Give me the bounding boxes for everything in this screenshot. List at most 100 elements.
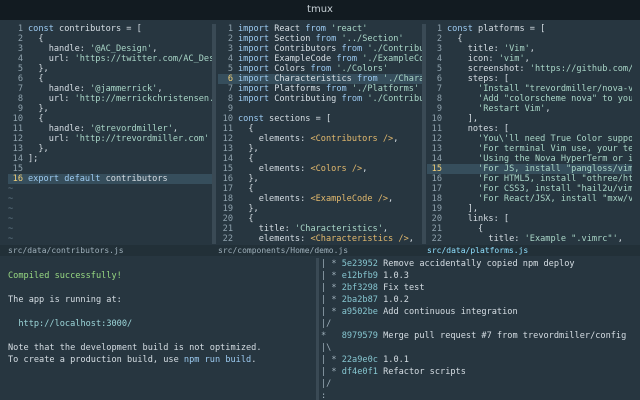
file-path-status: src/data/contributors.js <box>8 246 124 255</box>
pane-divider[interactable] <box>422 24 426 244</box>
line-number: 19 <box>222 204 233 214</box>
git-log-line: | * 5e23952 Remove accidentally copied n… <box>321 258 640 270</box>
code-line: 8 url: 'http://merrickchristensen.com/' <box>8 94 212 104</box>
code-line: 20 { <box>218 214 422 224</box>
code-text: handle: '@trevordmiller', <box>28 124 179 134</box>
line-number: 18 <box>431 194 442 204</box>
empty-line-marker: ~ <box>8 194 14 204</box>
line-number: 16 <box>12 174 23 184</box>
git-graph: * <box>321 331 342 341</box>
code-line: 13 }, <box>218 144 422 154</box>
code-line: 9 }, <box>8 104 212 114</box>
git-graph: | * <box>321 259 342 269</box>
code-line: 3 import Contributors from './Contributor… <box>218 44 422 54</box>
git-log-line: | * 2ba2b87 1.0.2 <box>321 294 640 306</box>
code-line: 8 import Contributing from './Contributin… <box>218 94 422 104</box>
code-text: title: 'Characteristics', <box>238 224 389 234</box>
code-text: 'Restart Vim', <box>478 104 551 114</box>
code-line: 2 { <box>427 34 632 44</box>
empty-line-marker: ~ <box>8 204 14 214</box>
code-text: steps: [ <box>447 74 510 84</box>
commit-hash: 2ba2b87 <box>341 295 378 305</box>
code-line: 20 links: [ <box>427 214 632 224</box>
line-number: 7 <box>227 84 233 94</box>
line-number: 5 <box>227 64 233 74</box>
commit-message: Fix test <box>383 283 425 293</box>
line-number: 10 <box>12 114 23 124</box>
commit-message: 1.0.1 <box>383 355 409 365</box>
code-text: ], <box>447 204 479 214</box>
line-number: 12 <box>222 134 233 144</box>
line-number: 10 <box>222 114 233 124</box>
commit-hash: df4e0f1 <box>341 367 378 377</box>
line-number: 11 <box>12 124 23 134</box>
git-log-line: | * a9502be Add continuous integration <box>321 306 640 318</box>
commit-hash: 2bf3298 <box>341 283 378 293</box>
code-line: 13 }, <box>8 144 212 154</box>
commit-hash: e12bfb9 <box>341 271 378 281</box>
line-number: 10 <box>431 114 442 124</box>
code-text: export default contributors <box>28 174 168 184</box>
code-line: 1 const platforms = [ <box>427 24 632 34</box>
line-number: 9 <box>17 104 23 114</box>
pane-divider[interactable] <box>212 24 216 244</box>
code-line: 14 { <box>218 154 422 164</box>
code-line: 12 url: 'http://trevordmiller.com' <box>8 134 212 144</box>
code-line: 16 }, <box>218 174 422 184</box>
local-url[interactable]: http://localhost:3000/ <box>18 319 132 329</box>
code-line: 1 import React from 'react' <box>218 24 422 34</box>
code-text: { <box>28 114 44 124</box>
commit-message: 1.0.2 <box>383 295 409 305</box>
editor-pane-demo[interactable]: 1 import React from 'react' 2 import Sectio… <box>218 24 422 244</box>
line-number: 20 <box>431 214 442 224</box>
code-text: { <box>28 34 44 44</box>
code-text: const platforms = [ <box>447 24 546 34</box>
code-text: }, <box>238 204 259 214</box>
code-line: 2 { <box>8 34 212 44</box>
line-number: 16 <box>431 174 442 184</box>
code-text: links: [ <box>447 214 510 224</box>
code-line: 16 'For HTML5, install "othree/html5.v <box>427 174 632 184</box>
commit-hash: 22a9e0c <box>341 355 378 365</box>
line-number: 15 <box>431 164 442 174</box>
line-number: 2 <box>17 34 23 44</box>
code-line: 10 ], <box>427 114 632 124</box>
code-line: 17 { <box>218 184 422 194</box>
git-graph: | * <box>321 307 342 317</box>
commit-hash: 5e23952 <box>341 259 378 269</box>
git-graph: | * <box>321 367 342 377</box>
code-text: title: 'Example ".vimrc"', <box>447 234 623 244</box>
code-line: 15 elements: <Colors />, <box>218 164 422 174</box>
code-line: 13 'For terminal Vim use, your termina <box>427 144 632 154</box>
commit-message: 1.0.3 <box>383 271 409 281</box>
code-line: 3 title: 'Vim', <box>427 44 632 54</box>
code-text: icon: 'vim', <box>447 54 530 64</box>
git-log-line: | * 2bf3298 Fix test <box>321 282 640 294</box>
line-number: 4 <box>436 54 442 64</box>
code-line: 8 'Add "colorscheme nova" to your ".v <box>427 94 632 104</box>
dev-server-terminal[interactable]: Compiled successfully! The app is runnin… <box>0 258 322 400</box>
line-number: 15 <box>222 164 233 174</box>
code-text: { <box>238 124 254 134</box>
code-text: url: 'https://twitter.com/AC_Design' <box>28 54 212 64</box>
git-log-terminal[interactable]: | * 5e23952 Remove accidentally copied n… <box>321 258 640 400</box>
line-number: 4 <box>17 54 23 64</box>
code-text: ], <box>447 114 479 124</box>
code-line: 7 handle: '@jammerrick', <box>8 84 212 94</box>
editor-pane-platforms[interactable]: 1 const platforms = [2 {3 title: 'Vim', 4 … <box>427 24 632 244</box>
code-line: 14]; <box>8 154 212 164</box>
line-number: 7 <box>436 84 442 94</box>
code-text: import Colors from './Colors' <box>238 64 389 74</box>
git-graph: |/ <box>321 319 332 329</box>
editor-pane-contributors[interactable]: 1 const contributors = [2 {3 handle: '@AC… <box>8 24 212 244</box>
code-text: notes: [ <box>447 124 510 134</box>
pane-divider[interactable] <box>316 258 319 400</box>
line-number: 5 <box>436 64 442 74</box>
code-text: { <box>238 214 254 224</box>
line-number: 1 <box>227 24 233 34</box>
code-line: 18 'For React/JSX, install "mxw/vim-js <box>427 194 632 204</box>
code-line: 21 { <box>427 224 632 234</box>
code-text: { <box>28 74 44 84</box>
terminal-window: tmux 1 const contributors = [2 {3 handle:… <box>0 0 640 400</box>
commit-message: Merge pull request #7 from trevordmiller… <box>383 331 627 341</box>
